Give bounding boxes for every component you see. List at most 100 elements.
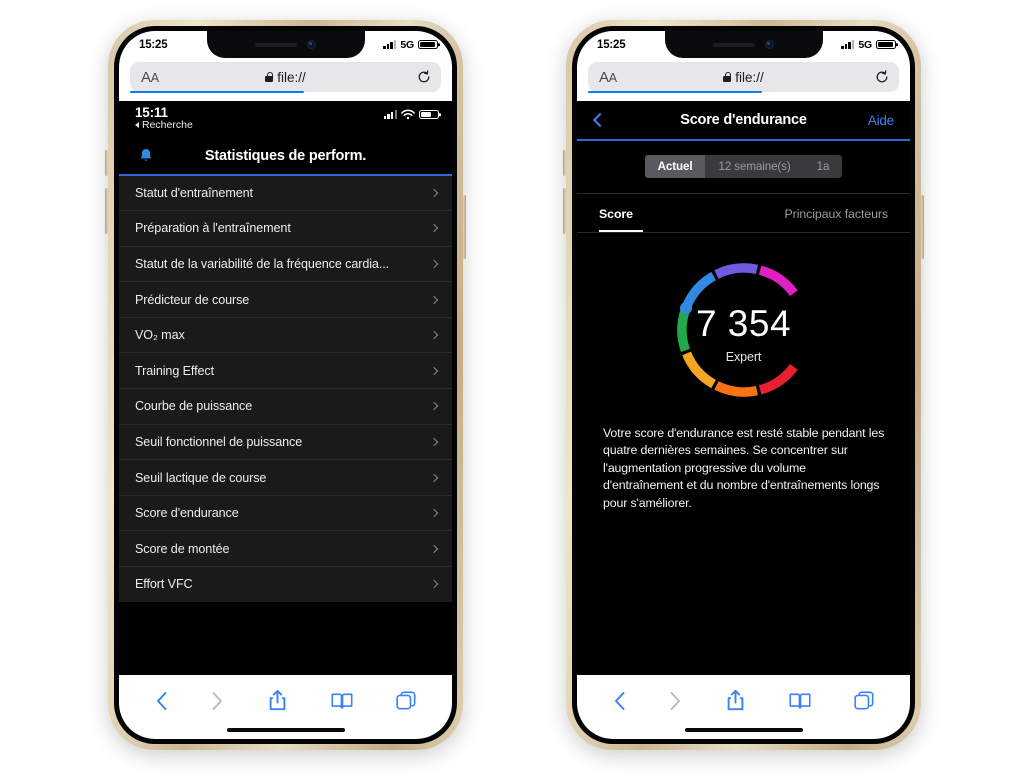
phone-left-screen: 15:25 5G AAAA file:// xyxy=(119,31,452,739)
app-status-bar: 15:11 Recherche xyxy=(119,101,452,138)
list-item-label: VO₂ max xyxy=(135,328,185,343)
safari-share-button[interactable] xyxy=(268,689,287,712)
list-item[interactable]: Statut de la variabilité de la fréquence… xyxy=(119,247,452,282)
safari-forward-button[interactable] xyxy=(211,691,224,711)
chevron-right-icon xyxy=(429,188,439,198)
right-web-content: Score d'endurance Aide Actuel 12 semaine(… xyxy=(577,101,910,675)
safari-share-button[interactable] xyxy=(726,689,745,712)
tab-bar: Score Principaux facteurs xyxy=(577,193,910,232)
chevron-right-icon xyxy=(429,259,439,269)
safari-back-button[interactable] xyxy=(613,691,626,711)
list-item[interactable]: Score de montée xyxy=(119,531,452,566)
app-back-to-search[interactable]: Recherche xyxy=(135,119,438,131)
safari-url-text: file:// xyxy=(277,69,306,85)
volume-down-button[interactable] xyxy=(105,188,108,234)
tab-principaux-facteurs[interactable]: Principaux facteurs xyxy=(744,194,889,232)
wifi-icon xyxy=(401,109,415,120)
phone-right-screen: 15:25 5G AA file:// Score d'endurance Ai… xyxy=(577,31,910,739)
list-item-label: Training Effect xyxy=(135,363,215,378)
ios-status-right: 5G xyxy=(383,39,438,51)
power-button[interactable] xyxy=(463,195,466,259)
battery-icon xyxy=(418,39,438,50)
list-item[interactable]: Courbe de puissance xyxy=(119,389,452,424)
phone-right-bezel: 15:25 5G AA file:// Score d'endurance Ai… xyxy=(572,26,915,744)
network-label: 5G xyxy=(400,38,414,51)
app-header: Statistiques de perform. xyxy=(119,138,452,174)
period-segmented-control[interactable]: Actuel 12 semaine(s) 1a xyxy=(644,154,843,178)
list-item[interactable]: Score d'endurance xyxy=(119,496,452,531)
reload-icon[interactable] xyxy=(416,69,432,85)
score-description: Votre score d'endurance est resté stable… xyxy=(603,425,885,510)
help-link[interactable]: Aide xyxy=(868,113,894,128)
chevron-right-icon xyxy=(429,402,439,411)
safari-bottom-toolbar xyxy=(119,674,452,739)
list-item[interactable]: Statut d'entraînement xyxy=(119,176,452,211)
list-item-label: Score d'endurance xyxy=(135,506,239,521)
signal-bars-icon xyxy=(383,110,397,119)
safari-url-text: file:// xyxy=(735,69,764,85)
list-item[interactable]: VO₂ max xyxy=(119,318,452,353)
list-item-label: Effort VFC xyxy=(135,577,193,592)
nav-bar: Score d'endurance Aide xyxy=(577,101,910,139)
ios-status-right: 5G xyxy=(841,39,896,51)
chevron-right-icon xyxy=(429,295,439,304)
safari-address-bar[interactable]: AAAA file:// xyxy=(130,62,441,93)
list-item[interactable]: Training Effect xyxy=(119,353,452,388)
safari-toolbar-row xyxy=(577,684,910,718)
chevron-right-icon xyxy=(429,508,439,518)
notch xyxy=(206,31,365,58)
back-triangle-icon xyxy=(135,122,139,128)
safari-back-button[interactable] xyxy=(155,691,168,711)
chevron-right-icon xyxy=(429,473,439,482)
list-item-label: Préparation à l'entraînement xyxy=(135,221,291,236)
battery-icon xyxy=(876,39,896,50)
segment-option[interactable]: 1a xyxy=(804,155,843,178)
safari-bookmarks-button[interactable] xyxy=(789,692,811,710)
ios-status-time: 15:25 xyxy=(139,38,168,51)
bell-icon[interactable] xyxy=(138,148,154,165)
signal-bars-icon xyxy=(841,40,855,49)
list-item-label: Score de montée xyxy=(135,541,230,556)
tab-score[interactable]: Score xyxy=(599,194,744,232)
power-button[interactable] xyxy=(921,195,924,259)
safari-bookmarks-button[interactable] xyxy=(331,692,353,710)
signal-bars-icon xyxy=(383,40,397,49)
safari-address-bar[interactable]: AA file:// xyxy=(588,62,899,93)
battery-icon xyxy=(419,109,439,120)
safari-url-text-wrap: file:// xyxy=(130,70,441,85)
nav-title: Score d'endurance xyxy=(680,112,807,128)
list-item[interactable]: Effort VFC xyxy=(119,567,452,602)
page-load-progress xyxy=(588,90,763,93)
list-item-label: Statut de la variabilité de la fréquence… xyxy=(135,256,390,271)
safari-tabs-button[interactable] xyxy=(396,691,416,711)
left-web-content: 15:11 Recherche Statistiques de perform.… xyxy=(119,101,452,675)
phone-left-bezel: 15:25 5G AAAA file:// xyxy=(114,26,457,744)
volume-up-button[interactable] xyxy=(105,150,108,176)
tab-label: Principaux facteurs xyxy=(784,206,889,221)
list-item-label: Statut d'entraînement xyxy=(135,185,253,200)
list-item[interactable]: Prédicteur de course xyxy=(119,282,452,317)
list-item[interactable]: Seuil lactique de course xyxy=(119,460,452,495)
earpiece-speaker xyxy=(713,42,755,47)
app-back-label: Recherche xyxy=(142,119,193,131)
safari-urlbar-wrap: AAAA file:// xyxy=(119,58,452,101)
segment-option[interactable]: 12 semaine(s) xyxy=(705,155,803,178)
list-item[interactable]: Préparation à l'entraînement xyxy=(119,211,452,246)
chevron-right-icon xyxy=(429,580,439,589)
safari-toolbar-row xyxy=(119,684,452,718)
home-indicator xyxy=(684,727,803,732)
list-item[interactable]: Seuil fonctionnel de puissance xyxy=(119,425,452,460)
safari-forward-button[interactable] xyxy=(669,691,682,711)
page-title: Statistiques de perform. xyxy=(204,148,367,164)
app-status-right xyxy=(383,109,439,120)
safari-url-text-wrap: file:// xyxy=(588,70,899,85)
volume-up-button[interactable] xyxy=(563,150,566,176)
safari-tabs-button[interactable] xyxy=(854,691,874,711)
chevron-right-icon xyxy=(429,544,439,553)
reload-icon[interactable] xyxy=(874,69,890,85)
volume-down-button[interactable] xyxy=(563,188,566,234)
chevron-left-icon[interactable] xyxy=(592,112,608,128)
safari-urlbar-wrap: AA file:// xyxy=(577,58,910,101)
segment-option[interactable]: Actuel xyxy=(644,154,706,178)
lock-icon xyxy=(723,72,732,82)
